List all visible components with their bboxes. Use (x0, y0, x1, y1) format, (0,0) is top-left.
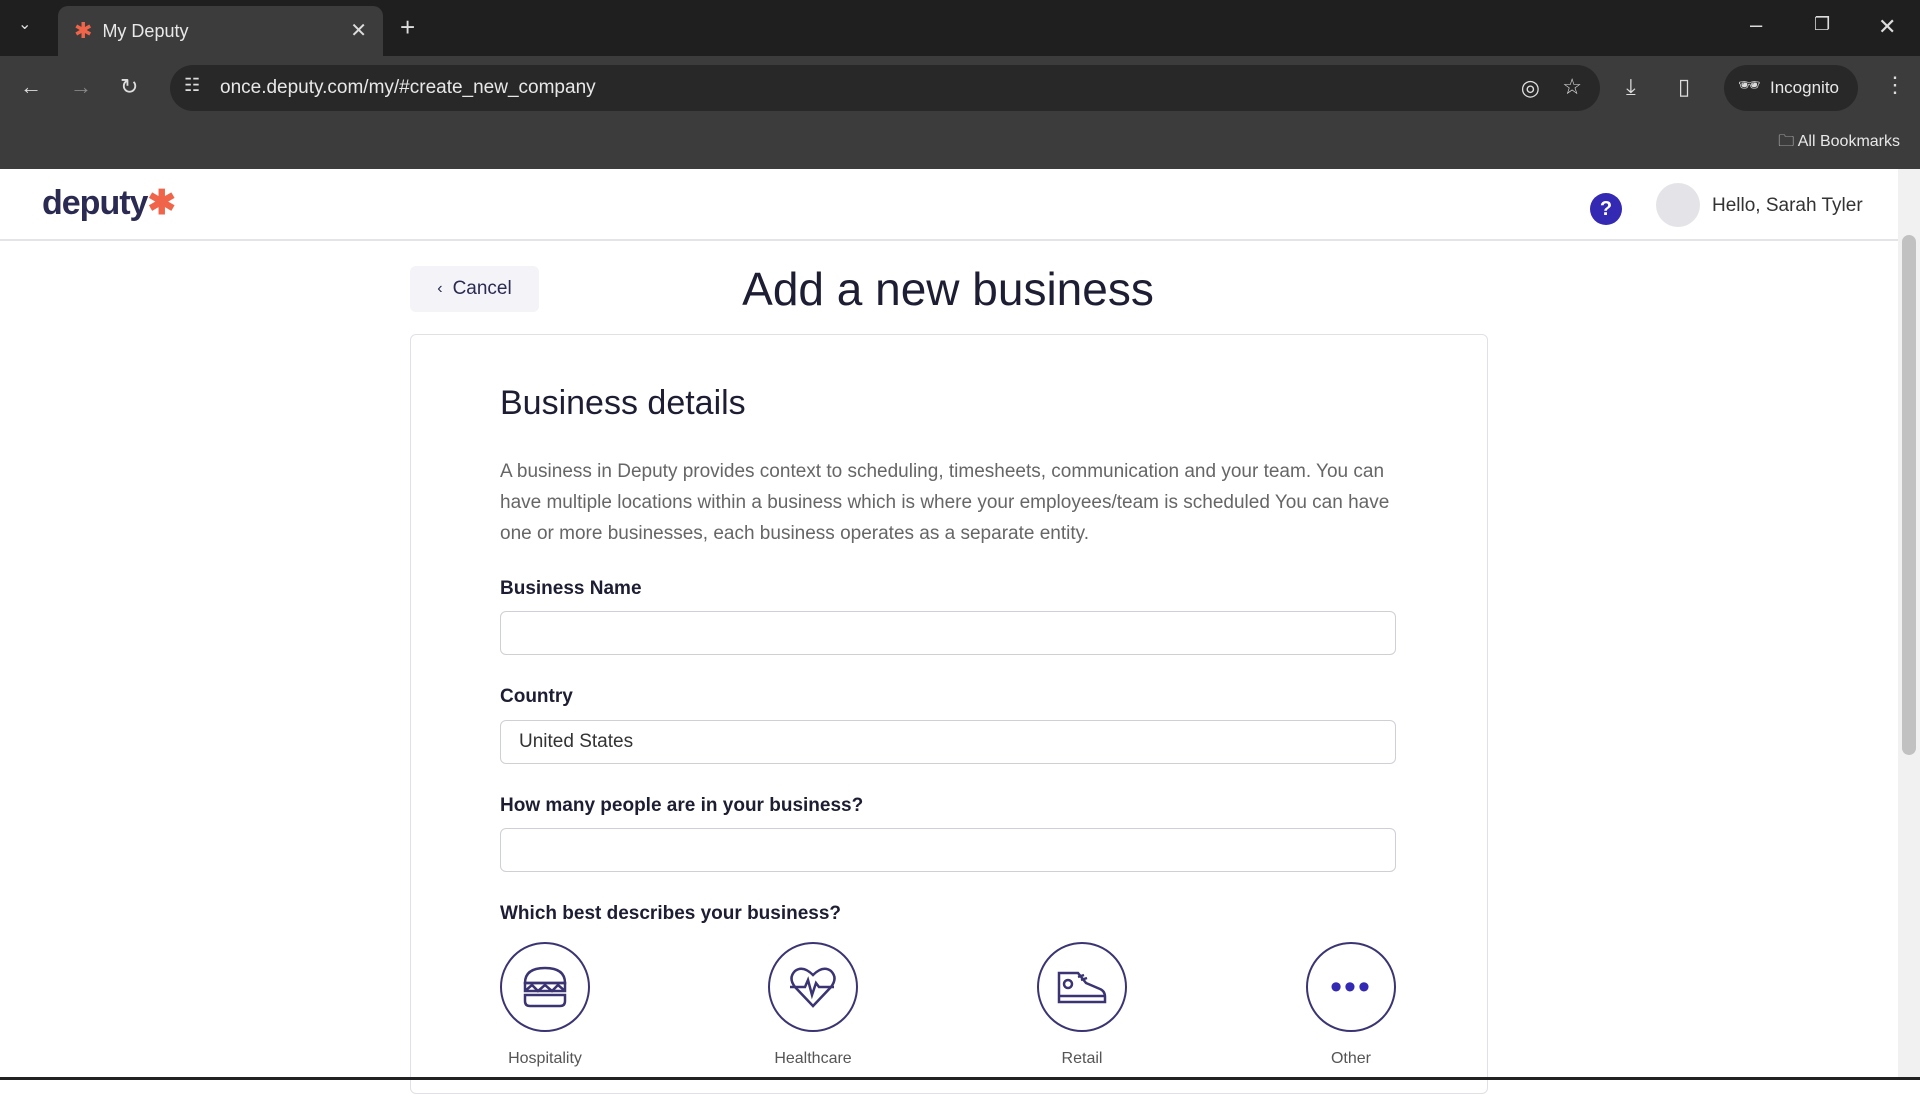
incognito-badge[interactable]: 🕶 Incognito (1724, 65, 1858, 111)
cancel-button[interactable]: ‹ Cancel (410, 266, 539, 312)
option-label: Other (1330, 1050, 1371, 1067)
download-icon[interactable]: ⤓ (1626, 74, 1636, 100)
business-type-other[interactable]: ••• Other (1291, 942, 1411, 1068)
cancel-label: Cancel (452, 278, 512, 299)
menu-icon[interactable]: ⋮ (1884, 72, 1906, 98)
reload-icon[interactable]: ↻ (120, 74, 138, 100)
all-bookmarks[interactable]: 🗀 All Bookmarks (1778, 130, 1900, 157)
close-tab-icon[interactable]: ✕ (350, 18, 367, 43)
help-button[interactable]: ? (1590, 193, 1622, 225)
option-label: Healthcare (774, 1050, 852, 1067)
option-label: Hospitality (508, 1050, 582, 1067)
minimize-icon[interactable]: – (1750, 12, 1762, 38)
page-title: Add a new business (742, 263, 1154, 315)
folder-icon: 🗀 (1778, 133, 1798, 150)
deputy-favicon-icon: ✱ (74, 18, 93, 43)
business-type-healthcare[interactable]: Healthcare (753, 942, 873, 1068)
logo-text: deputy (42, 184, 148, 222)
people-count-label: How many people are in your business? (500, 795, 864, 816)
tab-title: My Deputy (102, 20, 189, 41)
business-name-input[interactable] (500, 611, 1396, 655)
people-count-input[interactable] (500, 828, 1396, 872)
forward-icon[interactable]: → (70, 74, 92, 100)
browser-tab[interactable]: ✱ My Deputy ✕ (58, 6, 383, 56)
tab-search-icon[interactable]: ⌄ (18, 14, 31, 34)
scrollbar[interactable] (1898, 169, 1920, 1077)
sneaker-icon (1057, 971, 1107, 1004)
incognito-label: Incognito (1770, 78, 1839, 97)
burger-icon (523, 966, 567, 1008)
country-label: Country (500, 686, 573, 707)
business-type-hospitality[interactable]: Hospitality (485, 942, 605, 1068)
url-text: once.deputy.com/my/#create_new_company (220, 77, 596, 98)
option-label: Retail (1061, 1050, 1103, 1067)
browser-tab-bar: ⌄ ✱ My Deputy ✕ + – ❐ ✕ (0, 0, 1920, 56)
app-header: deputy✱ ? Hello, Sarah Tyler (0, 169, 1898, 241)
restore-icon[interactable]: ❐ (1814, 14, 1830, 35)
avatar[interactable] (1656, 183, 1700, 227)
new-tab-icon[interactable]: + (400, 12, 415, 43)
address-bar[interactable]: ☷ once.deputy.com/my/#create_new_company… (170, 65, 1600, 111)
bookmarks-label: All Bookmarks (1797, 133, 1900, 150)
user-greeting[interactable]: Hello, Sarah Tyler (1712, 195, 1863, 217)
deputy-logo[interactable]: deputy✱ (42, 183, 176, 223)
browser-toolbar: ← → ↻ ☷ once.deputy.com/my/#create_new_c… (0, 56, 1920, 169)
heartbeat-icon (790, 967, 836, 1008)
side-panel-icon[interactable]: ▯ (1678, 74, 1690, 100)
close-window-icon[interactable]: ✕ (1878, 14, 1896, 40)
incognito-icon: 🕶 (1738, 75, 1761, 95)
country-select[interactable]: United States (500, 720, 1396, 764)
site-info-icon[interactable]: ☷ (184, 75, 200, 96)
bookmark-star-icon[interactable]: ☆ (1562, 74, 1582, 100)
back-icon[interactable]: ← (20, 74, 42, 100)
scrollbar-thumb[interactable] (1902, 235, 1916, 755)
business-type-label: Which best describes your business? (500, 903, 842, 924)
business-name-label: Business Name (500, 578, 642, 599)
section-description: A business in Deputy provides context to… (500, 461, 1390, 544)
business-type-retail[interactable]: Retail (1022, 942, 1142, 1068)
section-title: Business details (500, 384, 746, 422)
more-icon: ••• (1330, 968, 1372, 1006)
eye-off-icon[interactable]: ◎ (1521, 75, 1540, 101)
chevron-left-icon: ‹ (437, 280, 443, 297)
